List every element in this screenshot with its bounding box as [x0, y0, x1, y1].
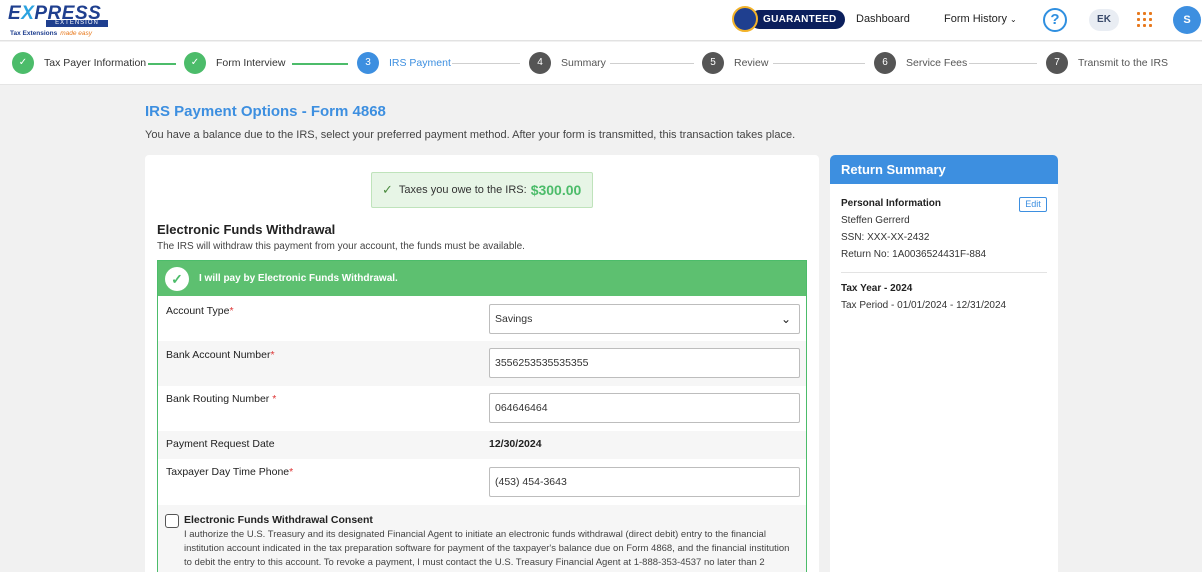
avatar[interactable]: S: [1173, 6, 1201, 34]
step-connector: [969, 63, 1037, 64]
efw-option-label: I will pay by Electronic Funds Withdrawa…: [199, 273, 398, 284]
step-number: 4: [529, 52, 551, 74]
taxpayer-name: Steffen Gerrerd: [841, 215, 910, 226]
label-text: Taxpayer Day Time Phone: [166, 466, 290, 478]
page-subtitle: You have a balance due to the IRS, selec…: [145, 129, 796, 141]
efw-section-subtitle: The IRS will withdraw this payment from …: [157, 241, 525, 252]
routing-number-label: Bank Routing Number *: [166, 393, 276, 405]
required-marker: *: [229, 305, 234, 317]
step-number: 7: [1046, 52, 1068, 74]
logo-subtitle: EXTENSION: [46, 20, 108, 27]
phone-input[interactable]: (453) 454-3643: [489, 467, 800, 497]
guarantee-badge[interactable]: GUARANTEED: [732, 6, 845, 32]
label-text: Bank Account Number: [166, 349, 271, 361]
consent-text: I authorize the U.S. Treasury and its de…: [184, 529, 790, 572]
payment-date-value: 12/30/2024: [489, 438, 542, 450]
account-number-row: Bank Account Number* 3556253535535355: [158, 341, 806, 386]
page-title: IRS Payment Options - Form 4868: [145, 103, 386, 120]
account-type-value: Savings: [495, 313, 533, 325]
step-label: Transmit to the IRS: [1078, 57, 1169, 69]
step-label: Form Interview: [216, 57, 286, 69]
account-number-label: Bank Account Number*: [166, 349, 275, 361]
balance-due-alert: ✓ Taxes you owe to the IRS: $300.00: [371, 172, 593, 208]
consent-checkbox[interactable]: [165, 514, 179, 528]
step-taxpayer-information[interactable]: ✓ Tax Payer Information: [12, 52, 146, 74]
payment-date-row: Payment Request Date 12/30/2024: [158, 431, 806, 459]
consent-title: Electronic Funds Withdrawal Consent: [184, 514, 373, 526]
progress-stepper: ✓ Tax Payer Information ✓ Form Interview…: [0, 42, 1202, 85]
efw-option-header[interactable]: ✓ I will pay by Electronic Funds Withdra…: [158, 261, 806, 296]
step-connector: [292, 63, 348, 65]
tax-year: Tax Year - 2024: [841, 283, 913, 294]
step-connector: [452, 63, 520, 64]
phone-row: Taxpayer Day Time Phone* (453) 454-3643: [158, 459, 806, 505]
step-review[interactable]: 5 Review: [702, 52, 768, 74]
phone-label: Taxpayer Day Time Phone*: [166, 466, 293, 478]
required-marker: *: [270, 349, 275, 361]
nav-dashboard[interactable]: Dashboard: [856, 13, 910, 25]
logo-tagline: Tax Extensions made easy: [10, 30, 92, 37]
step-form-interview[interactable]: ✓ Form Interview: [184, 52, 285, 74]
payment-card: ✓ Taxes you owe to the IRS: $300.00 Elec…: [145, 155, 819, 572]
step-number: 5: [702, 52, 724, 74]
label-text: Account Type: [166, 305, 230, 317]
step-label: Review: [734, 57, 769, 69]
return-number: Return No: 1A0036524431F-884: [841, 249, 987, 260]
step-number: 3: [357, 52, 379, 74]
step-check-icon: ✓: [12, 52, 34, 74]
efw-section-title: Electronic Funds Withdrawal: [157, 222, 336, 237]
guarantee-label: GUARANTEED: [750, 9, 845, 29]
step-check-icon: ✓: [184, 52, 206, 74]
selected-check-icon: ✓: [165, 266, 189, 291]
step-connector: [773, 63, 865, 64]
balance-label: Taxes you owe to the IRS:: [398, 184, 527, 196]
divider: [841, 272, 1047, 273]
logo-tagline-text: Tax Extensions: [10, 30, 58, 37]
step-summary[interactable]: 4 Summary: [529, 52, 606, 74]
nav-form-history[interactable]: Form History ⌄: [944, 13, 1017, 25]
label-text: Bank Routing Number: [166, 393, 273, 405]
logo-letter-e: E: [8, 3, 22, 24]
account-type-select[interactable]: Savings ⌄: [489, 304, 800, 334]
check-icon: ✓: [382, 182, 393, 197]
logo-letter-x: X: [21, 3, 35, 24]
routing-number-input[interactable]: 064646464: [489, 393, 800, 423]
personal-info-title: Personal Information: [841, 198, 942, 209]
taxpayer-ssn: SSN: XXX-XX-2432: [841, 232, 930, 243]
required-marker: *: [272, 393, 277, 405]
step-label: IRS Payment: [389, 57, 451, 69]
chevron-down-icon: ⌄: [1010, 15, 1017, 24]
edit-button[interactable]: Edit: [1019, 197, 1047, 212]
balance-amount: $300.00: [530, 182, 582, 198]
step-connector: [610, 63, 694, 64]
payment-date-label: Payment Request Date: [166, 438, 275, 450]
return-summary-panel: Return Summary Personal Information Edit…: [830, 155, 1058, 572]
required-marker: *: [289, 466, 294, 478]
chevron-down-icon: ⌄: [780, 312, 791, 326]
logo-tagline-script: made easy: [60, 30, 92, 37]
tax-period: Tax Period - 01/01/2024 - 12/31/2024: [841, 300, 1007, 311]
return-summary-title: Return Summary: [830, 155, 1058, 184]
account-number-input[interactable]: 3556253535535355: [489, 348, 800, 378]
step-label: Service Fees: [906, 57, 968, 69]
apps-grid-icon[interactable]: [1137, 12, 1152, 27]
ek-cloud-icon[interactable]: EK: [1089, 9, 1119, 31]
step-label: Summary: [561, 57, 606, 69]
step-transmit[interactable]: 7 Transmit to the IRS: [1046, 52, 1168, 74]
step-service-fees[interactable]: 6 Service Fees: [874, 52, 967, 74]
account-type-label: Account Type*: [166, 305, 234, 317]
help-icon[interactable]: ?: [1043, 8, 1067, 32]
account-type-row: Account Type* Savings ⌄: [158, 296, 806, 341]
guarantee-seal-icon: [732, 6, 758, 32]
form-history-label: Form History: [944, 13, 1007, 25]
step-label: Tax Payer Information: [44, 57, 147, 69]
step-number: 6: [874, 52, 896, 74]
step-connector: [148, 63, 176, 65]
step-irs-payment[interactable]: 3 IRS Payment: [357, 52, 451, 74]
efw-option-box: ✓ I will pay by Electronic Funds Withdra…: [157, 260, 807, 572]
routing-number-row: Bank Routing Number * 064646464: [158, 386, 806, 431]
top-header: EXPRESS EXTENSION Tax Extensions made eas…: [0, 0, 1202, 41]
express-extension-logo[interactable]: EXPRESS EXTENSION Tax Extensions made eas…: [8, 4, 108, 38]
